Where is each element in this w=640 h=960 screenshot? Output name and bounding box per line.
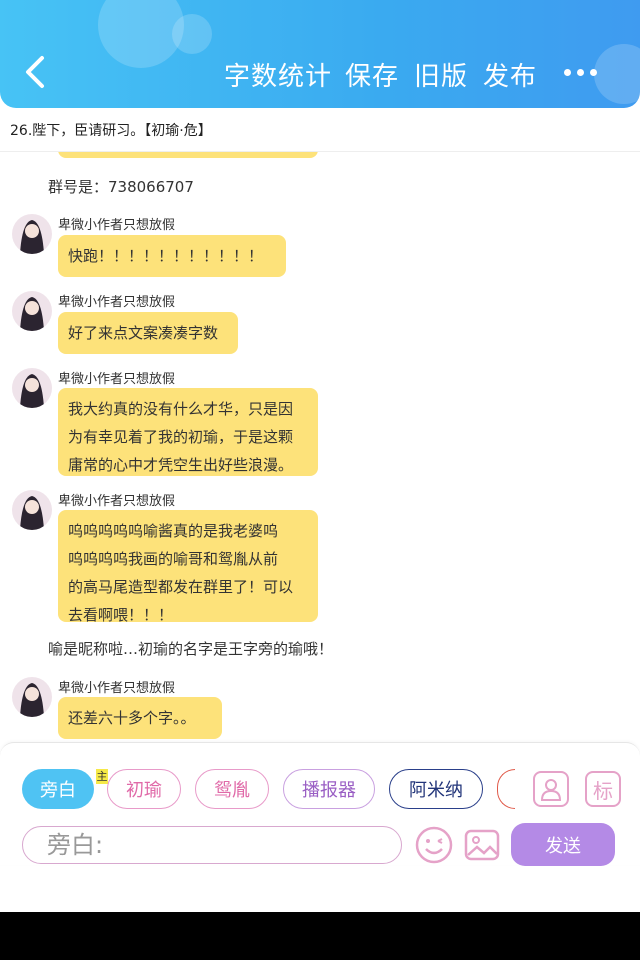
input-panel: 旁白 主 初瑜 鸳胤 播报器 阿米纳 标 旁白: 发送 [0,742,640,866]
avatar[interactable] [12,291,52,331]
narration-text[interactable]: 群号是：738066707 [48,176,194,197]
more-dots-icon [564,69,571,76]
role-chip-amina[interactable]: 阿米纳 [389,769,483,809]
main-role-badge: 主 [96,769,108,784]
message-bubble-cut[interactable] [58,152,318,158]
avatar[interactable] [12,214,52,254]
author-name: 卑微小作者只想放假 [58,372,176,387]
chevron-left-icon [26,56,44,88]
message-line: 去看啊喂！！！ [68,606,174,624]
decor-bubble [172,14,212,54]
word-count-button[interactable]: 字数统计 [224,56,332,93]
save-button[interactable]: 保存 [345,56,399,93]
message-bubble[interactable]: 我大约真的没有什么才华，只是因 为有幸见着了我的初瑜，于是这颗 庸常的心中才凭空… [58,388,318,476]
role-chip-narrator[interactable]: 旁白 [22,769,94,809]
chapter-title: 26.陛下，臣请研习。【初瑜·危】 [10,123,212,139]
top-bar: 字数统计 保存 旧版 发布 [0,0,640,108]
decor-bubble [594,44,640,104]
author-name: 卑微小作者只想放假 [58,218,176,233]
message-line: 庸常的心中才凭空生出好些浪漫。 [68,456,294,474]
author-name: 卑微小作者只想放假 [58,681,176,696]
avatar[interactable] [12,368,52,408]
avatar[interactable] [12,490,52,530]
emoji-button[interactable] [414,825,454,865]
message-line: 我大约真的没有什么才华，只是因 [68,400,294,418]
system-nav-bar [0,912,640,960]
role-chip-chuyu[interactable]: 初瑜 [107,769,181,809]
message-line: 呜呜呜呜呜喻酱真的是我老婆呜 [68,522,279,540]
role-chip-partial[interactable] [497,769,515,809]
message-bubble[interactable]: 呜呜呜呜呜喻酱真的是我老婆呜 呜呜呜呜我画的喻哥和鸳胤从前 的高马尾造型都发在群… [58,510,318,624]
image-button[interactable] [464,827,500,863]
role-chip-broadcaster[interactable]: 播报器 [283,769,375,809]
image-icon [464,829,500,861]
message-input[interactable]: 旁白: [22,826,402,864]
more-dot [577,69,584,76]
emoji-icon [415,826,453,864]
role-chip-yuanyin[interactable]: 鸳胤 [195,769,269,809]
more-dot [590,69,597,76]
author-name: 卑微小作者只想放假 [58,494,176,509]
send-button[interactable]: 发送 [511,823,615,866]
author-name: 卑微小作者只想放假 [58,295,176,310]
publish-button[interactable]: 发布 [483,56,537,93]
old-version-button[interactable]: 旧版 [414,56,468,93]
avatar[interactable] [12,677,52,717]
message-bubble[interactable]: 快跑！！！！！！！！！！！ [58,235,286,277]
role-manage-button[interactable] [533,771,569,807]
message-bubble[interactable]: 还差六十多个字。。 [58,697,222,739]
more-button[interactable] [560,58,600,88]
message-line: 的高马尾造型都发在群里了！可以 [68,578,294,596]
person-icon [540,779,562,801]
chapter-bar: 26.陛下，臣请研习。【初瑜·危】 [0,108,640,152]
message-line: 呜呜呜呜我画的喻哥和鸳胤从前 [68,550,279,568]
chat-area[interactable]: 群号是：738066707 卑微小作者只想放假 快跑！！！！！！！！！！！ 卑微… [0,152,640,740]
tag-button[interactable]: 标 [585,771,621,807]
narration-text[interactable]: 喻是昵称啦…初瑜的名字是王字旁的瑜哦！ [48,638,333,659]
message-line: 为有幸见着了我的初瑜，于是这颗 [68,428,294,446]
back-button[interactable] [18,50,54,94]
message-bubble[interactable]: 好了来点文案凑凑字数 [58,312,238,354]
